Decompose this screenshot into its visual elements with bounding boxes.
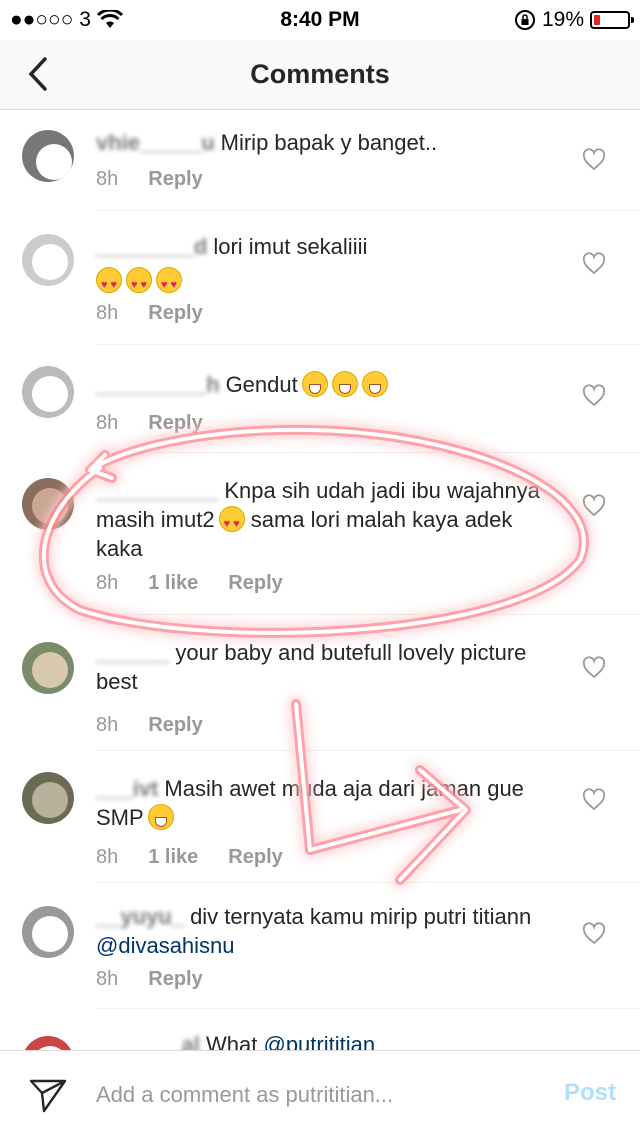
avatar[interactable]	[22, 772, 74, 824]
battery-percent: 19%	[541, 8, 584, 31]
comment-meta: 8h Reply	[96, 302, 203, 325]
comment-meta: 8h 1 like Reply	[96, 572, 283, 595]
comment-text: lori imut sekaliiii	[213, 234, 368, 259]
likes-count[interactable]: 1 like	[148, 572, 198, 595]
rotation-lock-icon	[514, 10, 535, 30]
avatar[interactable]	[22, 1036, 74, 1050]
comment-body: __________ Knpa sih udah jadi ibu wajahny…	[96, 476, 560, 563]
heart-eyes-emoji	[156, 267, 182, 300]
comment-meta: 8h Reply	[96, 412, 203, 435]
comment-body: _______al What @putrititian	[96, 1030, 560, 1050]
comment-time: 8h	[96, 968, 119, 990]
divider	[96, 452, 640, 453]
sweat-smile-emoji	[147, 804, 174, 830]
comment-username[interactable]: _______al	[96, 1032, 200, 1050]
reply-button[interactable]: Reply	[228, 572, 282, 595]
reply-button[interactable]: Reply	[148, 412, 202, 435]
comment-username[interactable]: __yuyu_	[96, 904, 184, 929]
comment-text: Mirip bapak y banget..	[220, 130, 438, 155]
comments-list[interactable]: vhie_____u Mirip bapak y banget.. 8h Repl…	[0, 110, 640, 1050]
status-left: ●●○○○ 3	[10, 8, 123, 32]
comment-time: 8h	[96, 412, 119, 434]
likes-count[interactable]: 1 like	[148, 846, 198, 869]
divider	[96, 614, 640, 615]
battery-icon	[590, 11, 634, 29]
divider	[96, 344, 640, 345]
wifi-icon	[96, 10, 123, 28]
comment-input[interactable]	[96, 1073, 536, 1117]
comment-meta: 8h 1 like Reply	[96, 846, 283, 869]
status-bar: ●●○○○ 3 8:40 PM 19%	[0, 0, 640, 40]
reply-button[interactable]: Reply	[228, 846, 282, 869]
avatar[interactable]	[22, 130, 74, 182]
divider	[96, 1008, 640, 1009]
chevron-left-icon	[28, 57, 47, 91]
reply-button[interactable]: Reply	[148, 714, 202, 737]
battery-level	[594, 15, 600, 25]
post-button[interactable]: Post	[564, 1079, 616, 1107]
status-right: 19%	[514, 8, 634, 32]
comment-meta: 8h Reply	[96, 968, 203, 991]
divider	[96, 882, 640, 883]
send-icon[interactable]	[28, 1077, 68, 1113]
comment-username[interactable]: _________h	[96, 372, 220, 397]
heart-eyes-emoji	[218, 506, 245, 539]
avatar[interactable]	[22, 234, 74, 286]
comment-username[interactable]: ___ivt	[96, 776, 158, 801]
comment-body: ______ your baby and butefull lovely pict…	[96, 638, 560, 696]
heart-icon[interactable]	[582, 788, 606, 812]
comment-text: div ternyata kamu mirip putri titiann	[190, 904, 532, 929]
heart-icon[interactable]	[582, 384, 606, 408]
comment-username[interactable]: __________	[96, 478, 218, 503]
heart-icon[interactable]	[582, 494, 606, 518]
heart-icon[interactable]	[582, 922, 606, 946]
comment-text: What	[206, 1032, 258, 1050]
reply-button[interactable]: Reply	[148, 968, 202, 991]
page-title: Comments	[250, 59, 390, 89]
grin-emoji	[331, 371, 358, 397]
comment-body: ___ivt Masih awet muda aja dari jaman gue…	[96, 774, 560, 832]
comment-body: __yuyu_ div ternyata kamu mirip putri tit…	[96, 902, 560, 960]
comment-text: Gendut	[225, 372, 298, 397]
comment-time: 8h	[96, 714, 119, 736]
avatar[interactable]	[22, 366, 74, 418]
comment-body: vhie_____u Mirip bapak y banget..	[96, 128, 560, 157]
comment-username[interactable]: ________d	[96, 234, 207, 259]
reply-button[interactable]: Reply	[148, 168, 202, 191]
comment-time: 8h	[96, 302, 119, 324]
heart-icon[interactable]	[582, 148, 606, 172]
comment-input-bar: Post	[0, 1050, 640, 1138]
heart-icon[interactable]	[582, 252, 606, 276]
reply-button[interactable]: Reply	[148, 302, 202, 325]
comment-body: ________d lori imut sekaliiii	[96, 232, 560, 300]
avatar[interactable]	[22, 478, 74, 530]
grin-emoji	[361, 371, 388, 397]
comment-username[interactable]: vhie_____u	[96, 130, 215, 155]
comment-meta: 8h Reply	[96, 714, 203, 737]
mention-link[interactable]: @putrititian	[263, 1032, 375, 1050]
comment-meta: 8h Reply	[96, 168, 203, 191]
heart-eyes-emoji	[96, 267, 122, 300]
header: Comments	[0, 40, 640, 110]
heart-icon[interactable]	[582, 656, 606, 680]
comment-body: _________h Gendut	[96, 370, 560, 399]
carrier-signal: ●●○○○ 3	[10, 8, 91, 31]
divider	[96, 750, 640, 751]
avatar[interactable]	[22, 906, 74, 958]
comment-time: 8h	[96, 168, 119, 190]
heart-eyes-emoji	[126, 267, 152, 300]
comment-time: 8h	[96, 572, 119, 594]
divider	[96, 210, 640, 211]
avatar[interactable]	[22, 642, 74, 694]
comment-username[interactable]: ______	[96, 640, 169, 665]
back-button[interactable]	[18, 54, 58, 94]
mention-link[interactable]: @divasahisnu	[96, 933, 235, 958]
comment-time: 8h	[96, 846, 119, 868]
grin-emoji	[301, 371, 328, 397]
